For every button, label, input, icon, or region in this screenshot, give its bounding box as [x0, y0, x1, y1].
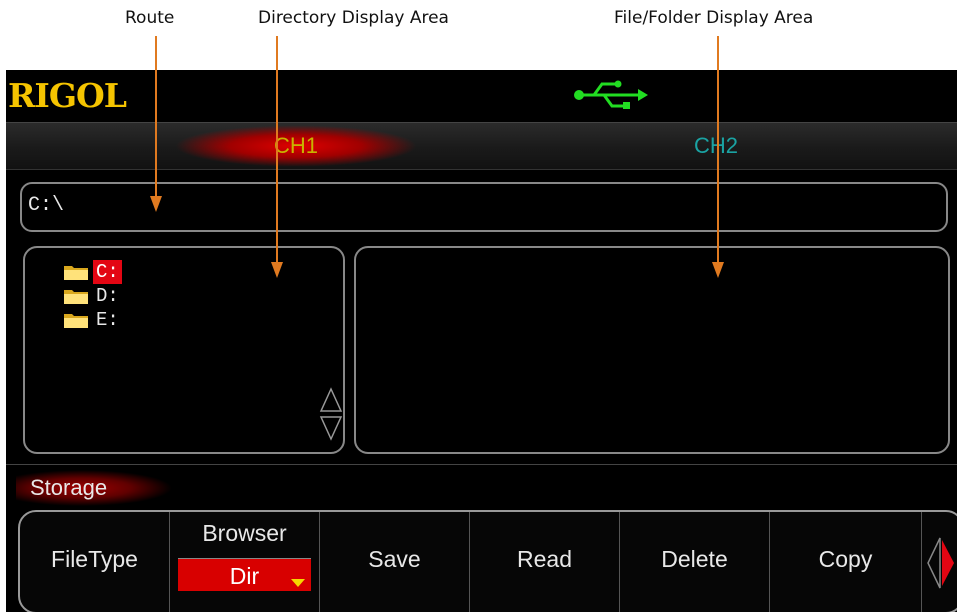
route-field[interactable]: C:\ [20, 182, 948, 232]
folder-icon [64, 266, 88, 280]
scroll-up-icon [319, 387, 343, 412]
filetype-button[interactable]: FileType [20, 512, 170, 612]
right-arrow-icon[interactable] [926, 536, 956, 590]
read-label: Read [517, 546, 572, 572]
instrument-screen: RIGOL CH1 CH2 C:\ C: D: E: Storage FileT… [6, 70, 957, 612]
folder-icon [64, 290, 88, 304]
tab-ch2[interactable]: CH2 [616, 123, 816, 169]
drive-label: C: [93, 260, 122, 284]
divider [6, 464, 957, 465]
copy-label: Copy [818, 546, 873, 572]
menu-title: Storage [16, 470, 180, 506]
directory-pane[interactable]: C: D: E: [23, 246, 345, 454]
browser-label: Browser [202, 520, 287, 546]
drive-label: D: [96, 285, 119, 307]
file-folder-pane[interactable] [354, 246, 950, 454]
scroll-arrows[interactable] [319, 386, 343, 442]
channel-bar: CH1 CH2 [6, 122, 957, 170]
route-path: C:\ [28, 194, 65, 217]
dropdown-icon [291, 579, 305, 587]
save-label: Save [368, 546, 421, 572]
delete-label: Delete [661, 546, 728, 572]
browser-value: Dir [178, 558, 311, 591]
browser-button[interactable]: Browser Dir [170, 512, 320, 612]
tab-ch1[interactable]: CH1 [176, 123, 416, 169]
filetype-label: FileType [51, 546, 138, 572]
scroll-down-icon [319, 416, 343, 441]
delete-button[interactable]: Delete [620, 512, 770, 612]
read-button[interactable]: Read [470, 512, 620, 612]
copy-button[interactable]: Copy [770, 512, 922, 612]
rigol-logo: RIGOL [8, 76, 127, 115]
folder-icon [64, 314, 88, 328]
softkey-menu: FileType Browser Dir Save Read Delete Co… [18, 510, 957, 612]
save-button[interactable]: Save [320, 512, 470, 612]
annotation-files: File/Folder Display Area [614, 8, 814, 28]
annotation-directory: Directory Display Area [258, 8, 449, 28]
browser-value-text: Dir [229, 563, 260, 589]
drive-label: E: [96, 309, 119, 331]
usb-icon [574, 80, 648, 109]
annotation-route: Route [125, 8, 175, 28]
